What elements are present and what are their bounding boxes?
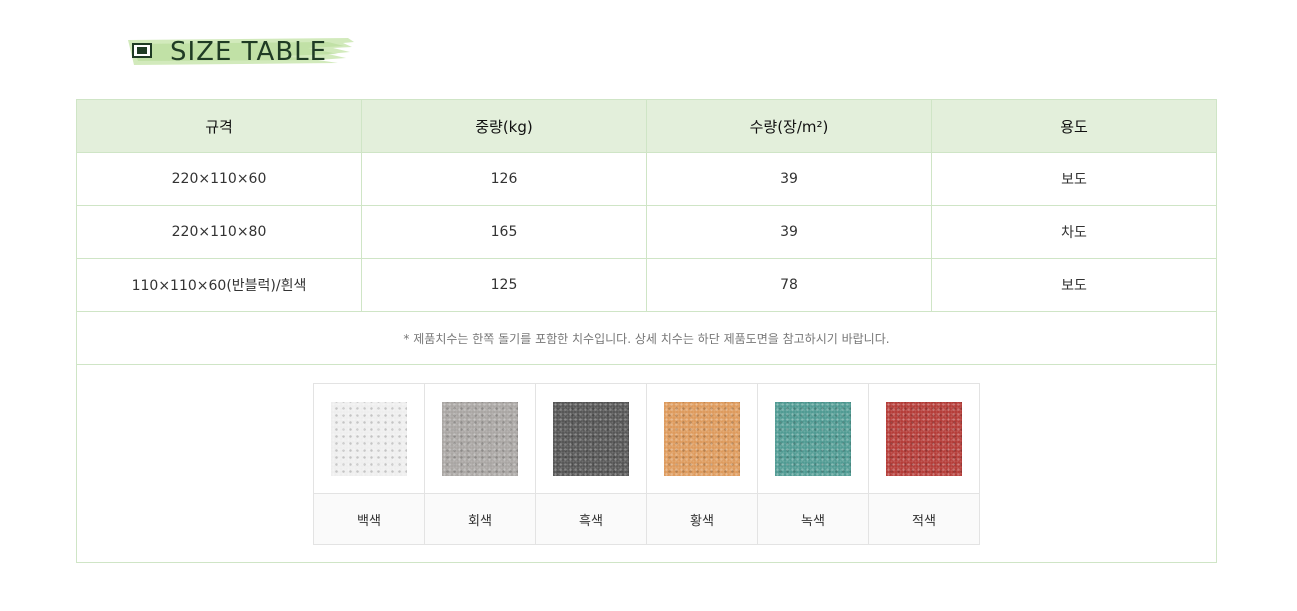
header-spec: 규격: [77, 100, 362, 152]
header-usage: 용도: [1060, 117, 1088, 136]
swatch-yellow: 황색: [647, 384, 758, 544]
header-weight: 중량(kg): [362, 100, 647, 152]
cell-quantity: 39: [647, 153, 932, 205]
table-row: 110×110×60(반블럭)/흰색 125 78 보도: [77, 259, 1216, 312]
cell-quantity: 39: [647, 206, 932, 258]
cell-weight: 126: [362, 153, 647, 205]
cell-spec: 110×110×60(반블럭)/흰색: [77, 259, 362, 311]
swatch-label: 적색: [869, 493, 979, 544]
cell-spec: 220×110×80: [77, 206, 362, 258]
color-swatch-grid: 백색 회색 흑색 황색 녹색 적색: [313, 383, 980, 545]
swatch-gray: 회색: [425, 384, 536, 544]
swatch-label: 백색: [314, 493, 424, 544]
cell-quantity: 78: [647, 259, 932, 311]
section-title: SIZE TABLE: [128, 34, 354, 68]
header-quantity: 수량(장/m²): [647, 100, 932, 152]
square-icon: [132, 43, 152, 58]
table-header-row: 규격 중량(kg) 수량(장/m²) 용도: [77, 100, 1216, 153]
swatch-red: 적색: [869, 384, 979, 544]
cell-usage: 차도: [1061, 225, 1087, 241]
swatch-black: 흑색: [536, 384, 647, 544]
swatch-label: 회색: [425, 493, 535, 544]
table-row: 220×110×80 165 39 차도: [77, 206, 1216, 259]
swatch-white: 백색: [314, 384, 425, 544]
size-table: 규격 중량(kg) 수량(장/m²) 용도 220×110×60 126 39 …: [76, 99, 1217, 563]
swatch-green-image: [775, 402, 851, 476]
swatch-yellow-image: [664, 402, 740, 476]
swatch-label: 흑색: [536, 493, 646, 544]
table-row: 220×110×60 126 39 보도: [77, 153, 1216, 206]
swatch-black-image: [553, 402, 629, 476]
cell-usage: 보도: [1061, 172, 1087, 188]
swatch-label: 녹색: [758, 493, 868, 544]
swatch-red-image: [886, 402, 962, 476]
dimension-note: * 제품치수는 한쪽 돌기를 포함한 치수입니다. 상세 치수는 하단 제품도면…: [77, 312, 1216, 365]
swatch-label: 황색: [647, 493, 757, 544]
swatch-white-image: [331, 402, 407, 476]
cell-weight: 165: [362, 206, 647, 258]
cell-usage: 보도: [1061, 278, 1087, 294]
swatch-green: 녹색: [758, 384, 869, 544]
cell-spec: 220×110×60: [77, 153, 362, 205]
page-title: SIZE TABLE: [170, 37, 328, 67]
swatch-gray-image: [442, 402, 518, 476]
cell-weight: 125: [362, 259, 647, 311]
